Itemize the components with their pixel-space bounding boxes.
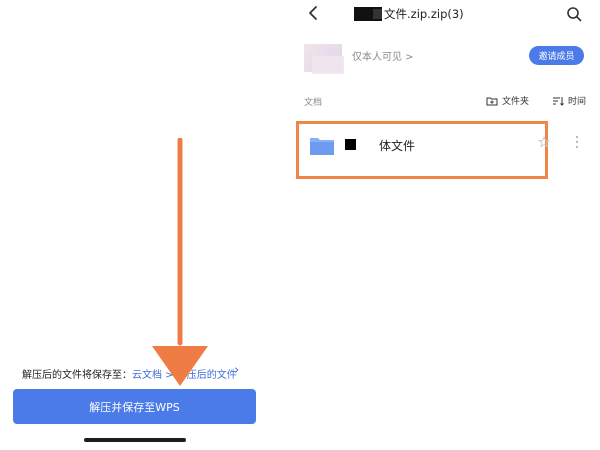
extract-and-save-button[interactable]: 解压并保存至WPS xyxy=(13,389,256,424)
new-folder-button[interactable]: 文件夹 xyxy=(486,94,529,107)
list-item[interactable]: 体文件 xyxy=(296,121,548,179)
list-item-name: 体文件 xyxy=(379,139,416,153)
annotation-arrow xyxy=(152,138,208,386)
star-icon[interactable] xyxy=(538,136,550,148)
chevron-left-icon[interactable] xyxy=(306,4,320,22)
screenshot-composite: 解压后的文件将保存至：云文档 > 解压后的文件 › 解压并保存至WPS 文件.z… xyxy=(0,0,600,450)
save-hint-prefix: 解压后的文件将保存至： xyxy=(22,370,132,381)
redaction-mask xyxy=(373,9,382,19)
avatar-blur xyxy=(312,56,344,74)
sort-icon xyxy=(553,96,564,106)
section-label: 文档 xyxy=(304,98,323,108)
chevron-right-icon[interactable]: › xyxy=(234,363,239,378)
sort-by-time-button[interactable]: 时间 xyxy=(552,94,586,107)
invite-members-button[interactable]: 邀请成员 xyxy=(529,46,584,65)
folder-icon xyxy=(310,138,334,155)
search-icon[interactable] xyxy=(566,6,582,22)
home-indicator[interactable] xyxy=(84,438,186,442)
add-folder-icon xyxy=(486,97,498,105)
more-options-icon[interactable] xyxy=(574,134,580,150)
visibility-setting[interactable]: 仅本人可见 > xyxy=(352,48,414,63)
extract-panel: 解压后的文件将保存至：云文档 > 解压后的文件 › 解压并保存至WPS xyxy=(0,0,270,450)
archive-title: 文件.zip.zip(3) xyxy=(384,7,464,21)
redaction-mask xyxy=(345,139,356,150)
new-folder-label: 文件夹 xyxy=(502,97,530,107)
archive-view-panel: 文件.zip.zip(3) 仅本人可见 > 邀请成员 文档 文件夹 时间 体文件 xyxy=(292,0,600,450)
sort-label: 时间 xyxy=(568,97,587,107)
